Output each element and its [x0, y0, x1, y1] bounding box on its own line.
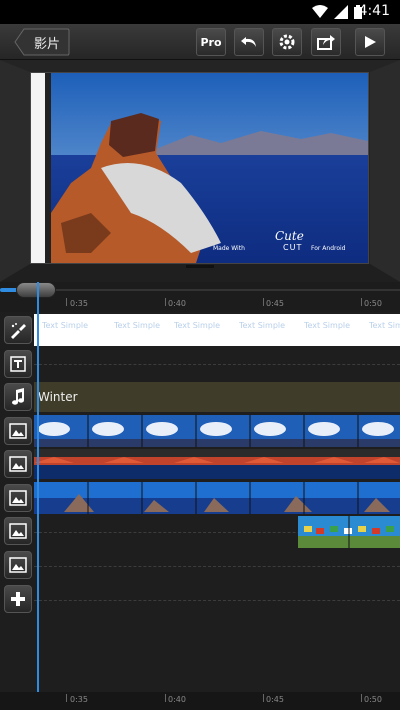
gear-icon	[279, 34, 295, 50]
ruler-tick	[165, 694, 166, 702]
ruler-label: 0:35	[70, 299, 88, 308]
svg-text:Text Simple: Text Simple	[173, 321, 220, 330]
image-clip-rocks[interactable]	[34, 449, 400, 479]
image-track-button-3[interactable]	[4, 484, 32, 512]
empty-image-lane[interactable]	[34, 566, 400, 567]
image-track-button-1[interactable]	[4, 417, 32, 445]
svg-text:Text Simple: Text Simple	[303, 321, 350, 330]
status-time: 4:41	[358, 3, 390, 19]
signal-icon	[334, 5, 348, 19]
preview-cute-text: Cute	[275, 229, 304, 243]
ruler-tick	[361, 694, 362, 702]
empty-lane[interactable]	[34, 600, 400, 601]
preview-cut-text: CUT	[283, 243, 303, 252]
clouds-filmstrip	[34, 415, 400, 447]
text-clip-watermarks: Text Simple Text Simple Text Simple Text…	[41, 321, 400, 330]
ruler-label: 0:35	[70, 695, 88, 704]
audio-clip[interactable]: Winter	[34, 382, 400, 412]
image-track-button-4[interactable]	[4, 517, 32, 545]
ruler-label: 0:50	[364, 695, 382, 704]
brush-icon	[11, 323, 26, 339]
text-icon	[10, 356, 26, 372]
ruler-label: 0:45	[266, 695, 284, 704]
lake-filmstrip	[34, 482, 400, 514]
image-clip-prayer-flags[interactable]	[298, 516, 400, 548]
rocks-filmstrip	[34, 449, 400, 479]
audio-track-button[interactable]	[4, 383, 32, 411]
video-preview[interactable]: Cute CUT Made With For Android	[30, 72, 369, 264]
wifi-icon	[312, 5, 328, 18]
text-track-button[interactable]	[4, 350, 32, 378]
prayer-flags-filmstrip	[298, 516, 400, 548]
image-track-button-5[interactable]	[4, 551, 32, 579]
ruler-tick	[66, 298, 67, 306]
svg-text:Text Simple: Text Simple	[41, 321, 88, 330]
scrub-track	[0, 289, 400, 291]
empty-text-lane[interactable]	[34, 364, 400, 365]
plus-icon	[11, 592, 25, 606]
bottom-time-ruler: 0:35 0:40 0:45 0:50	[0, 692, 400, 710]
ruler-tick	[165, 298, 166, 306]
undo-icon	[241, 37, 256, 47]
preview-android-text: For Android	[311, 245, 346, 252]
image-icon	[9, 490, 27, 506]
share-button[interactable]	[311, 28, 341, 56]
status-bar: 4:41	[0, 0, 400, 24]
add-track-button[interactable]	[4, 585, 32, 613]
playhead[interactable]	[37, 282, 39, 710]
timeline: Text Simple Text Simple Text Simple Text…	[0, 312, 400, 692]
svg-text:Text Simple: Text Simple	[238, 321, 285, 330]
scrub-handle[interactable]	[16, 282, 56, 298]
ruler-label: 0:40	[168, 299, 186, 308]
ruler-tick	[263, 694, 264, 702]
play-button[interactable]	[355, 28, 385, 56]
ruler-tick	[263, 298, 264, 306]
image-icon	[9, 456, 27, 472]
back-button-label: 影片	[34, 37, 61, 52]
ruler-tick	[66, 694, 67, 702]
preview-stage: Cute CUT Made With For Android	[0, 60, 400, 282]
image-icon	[9, 423, 27, 439]
ruler-label: 0:45	[266, 299, 284, 308]
undo-button[interactable]	[234, 28, 264, 56]
image-icon	[9, 557, 27, 573]
image-clip-lake[interactable]	[34, 482, 400, 514]
svg-text:Text Simple: Text Simple	[113, 321, 160, 330]
effects-track-button[interactable]	[4, 316, 32, 344]
back-button[interactable]: 影片	[14, 28, 70, 56]
image-track-button-2[interactable]	[4, 450, 32, 478]
ruler-label: 0:40	[168, 695, 186, 704]
image-clip-clouds[interactable]	[34, 415, 400, 447]
preview-made-text: Made With	[213, 245, 245, 252]
preview-photo	[31, 73, 368, 263]
ruler-tick	[361, 298, 362, 306]
svg-text:Text Simple: Text Simple	[368, 321, 400, 330]
time-scrubber[interactable]: 0:35 0:40 0:45 0:50	[0, 282, 400, 312]
settings-button[interactable]	[272, 28, 302, 56]
pro-button[interactable]: Pro	[196, 28, 226, 56]
music-note-icon	[12, 388, 24, 405]
image-icon	[9, 523, 27, 539]
ruler-label: 0:50	[364, 299, 382, 308]
play-icon	[365, 36, 376, 48]
top-toolbar: 影片 Pro	[0, 24, 400, 60]
text-clip[interactable]: Text Simple Text Simple Text Simple Text…	[34, 314, 400, 346]
share-icon	[317, 35, 335, 50]
pro-label: Pro	[200, 35, 222, 49]
audio-clip-label: Winter	[38, 390, 78, 404]
